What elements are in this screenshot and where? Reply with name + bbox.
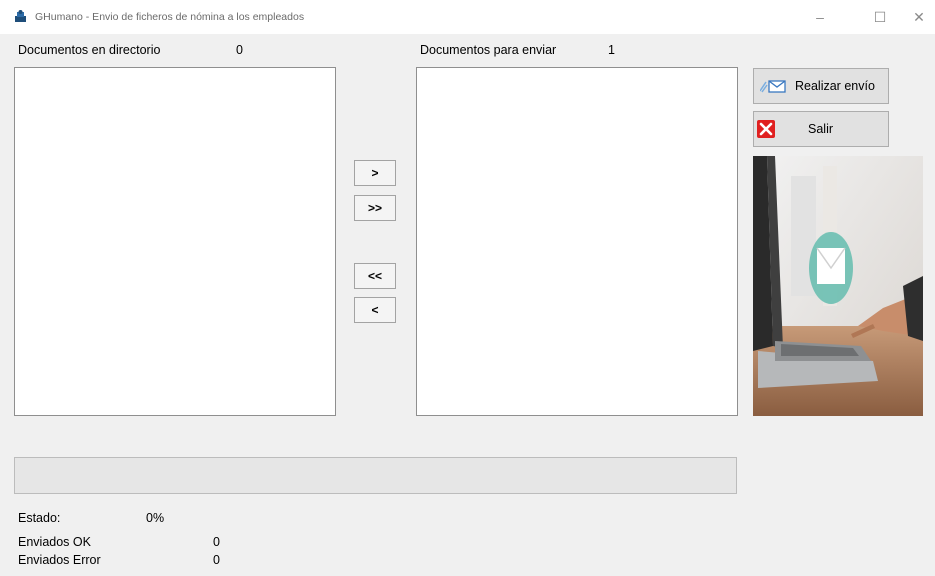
title-bar: GHumano - Envio de ficheros de nómina a … bbox=[0, 0, 935, 34]
send-button-label: Realizar envío bbox=[795, 79, 875, 93]
red-x-icon bbox=[757, 120, 775, 138]
move-all-left-button[interactable]: << bbox=[354, 263, 396, 289]
close-button[interactable]: ✕ bbox=[903, 0, 935, 34]
status-percent: 0% bbox=[146, 511, 165, 525]
status-label: Estado: bbox=[18, 511, 61, 525]
documents-in-directory-list[interactable] bbox=[14, 67, 336, 416]
main-form: Documentos en directorio 0 > >> << < Doc… bbox=[0, 34, 935, 576]
left-list-label: Documentos en directorio bbox=[18, 43, 161, 57]
right-list-label: Documentos para enviar bbox=[420, 43, 557, 57]
window-title: GHumano - Envio de ficheros de nómina a … bbox=[35, 11, 305, 23]
right-list-count: 1 bbox=[608, 43, 615, 57]
laptop-email-photo bbox=[753, 156, 923, 416]
progress-bar bbox=[14, 457, 737, 494]
maximize-button[interactable]: ☐ bbox=[857, 0, 903, 34]
sent-ok-value: 0 bbox=[213, 535, 220, 549]
move-all-right-button[interactable]: >> bbox=[354, 195, 396, 221]
envelope-icon bbox=[760, 80, 786, 93]
sent-ok-label: Enviados OK bbox=[18, 535, 91, 549]
sent-error-label: Enviados Error bbox=[18, 553, 101, 567]
send-button[interactable]: Realizar envío bbox=[753, 68, 889, 104]
left-list-count: 0 bbox=[236, 43, 243, 57]
minimize-button[interactable]: – bbox=[797, 0, 843, 34]
move-one-left-button[interactable]: < bbox=[354, 297, 396, 323]
documents-to-send-list[interactable] bbox=[416, 67, 738, 416]
exit-button-label: Salir bbox=[808, 122, 834, 136]
app-icon bbox=[15, 10, 26, 22]
move-one-right-button[interactable]: > bbox=[354, 160, 396, 186]
exit-button[interactable]: Salir bbox=[753, 111, 889, 147]
sent-error-value: 0 bbox=[213, 553, 220, 567]
